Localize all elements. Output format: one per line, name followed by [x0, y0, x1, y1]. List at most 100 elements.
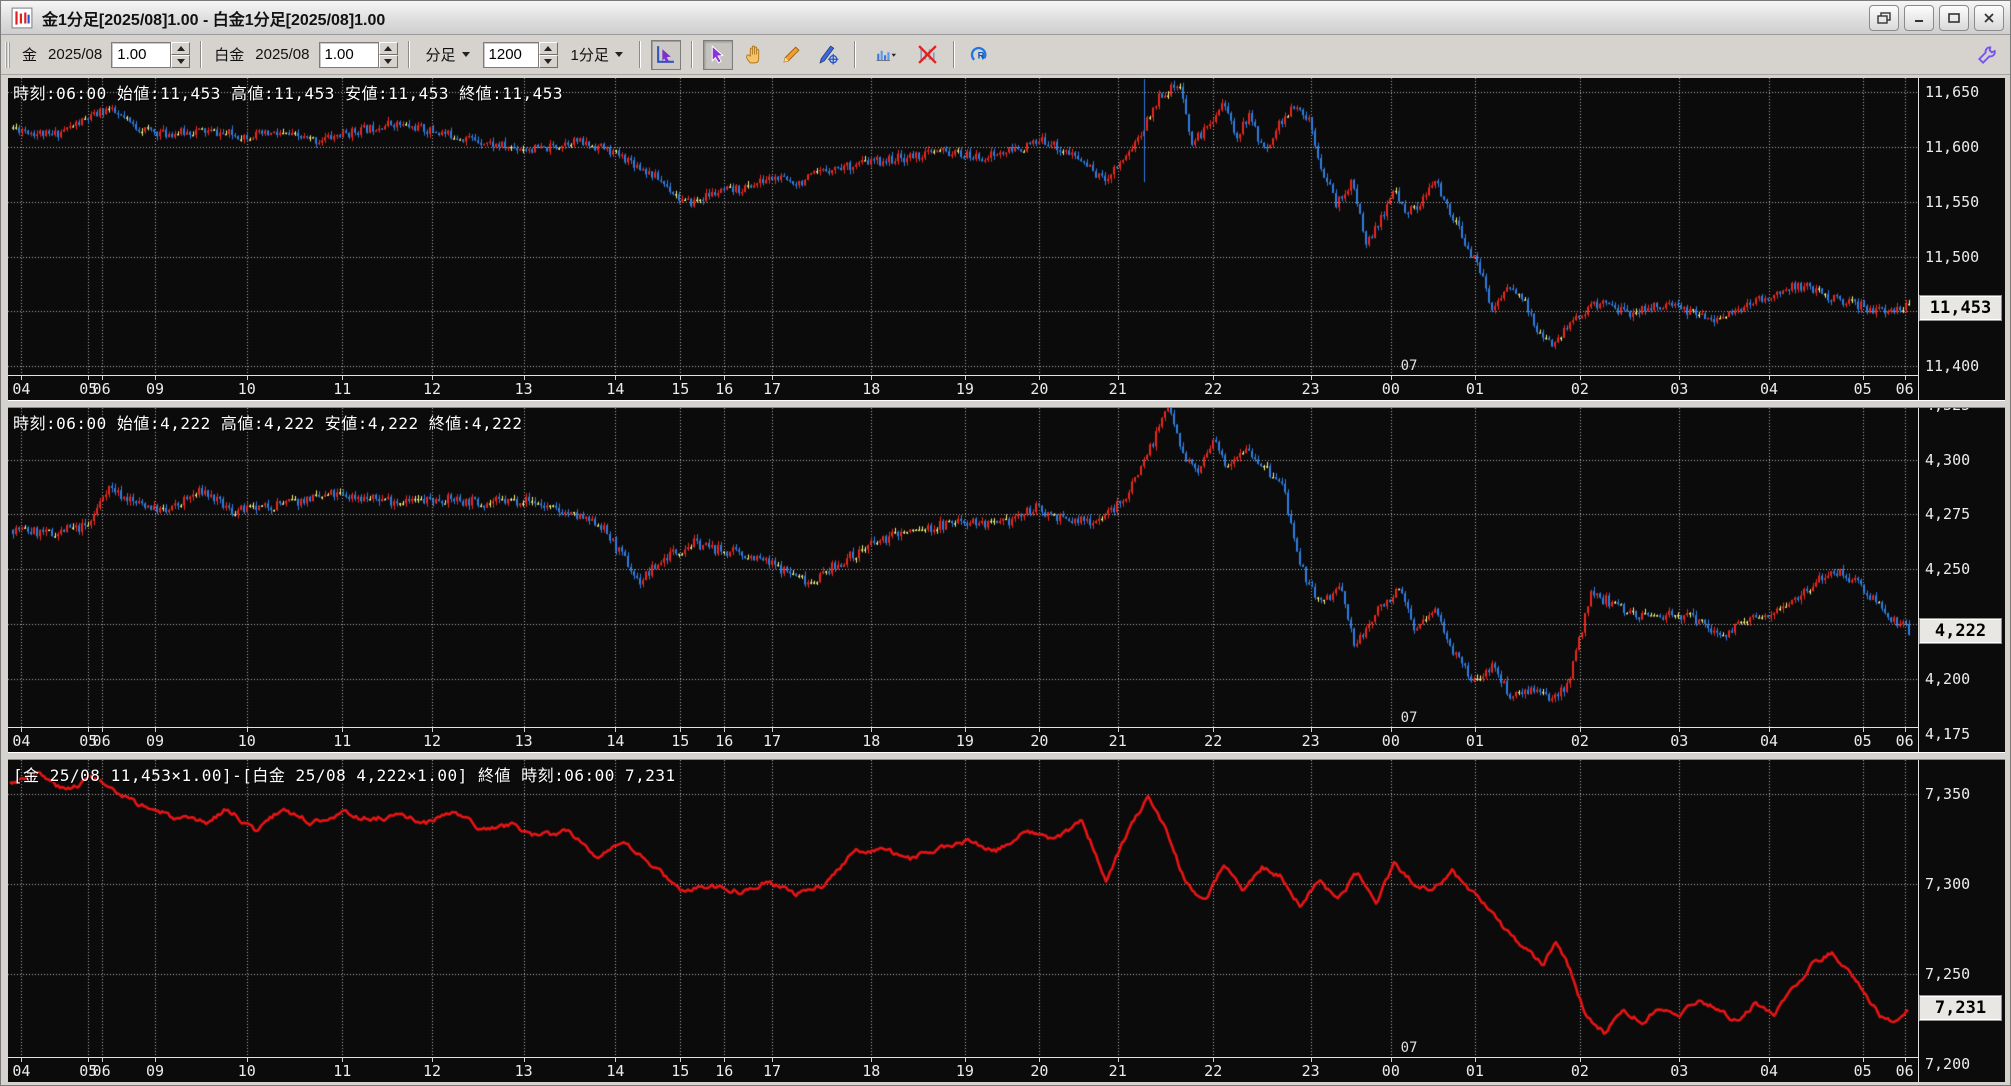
reload-chart-button[interactable]: R [965, 40, 995, 70]
bar-count-spin-down[interactable] [538, 54, 558, 68]
toggle-chart-button[interactable] [913, 40, 943, 70]
dropdown-arrow-icon [614, 52, 623, 57]
time-axis-label: 11 [333, 380, 352, 398]
time-axis-label: 03 [1670, 380, 1689, 398]
time-axis-label: 05 [1853, 732, 1872, 750]
period-type-dropdown[interactable]: 分足 [420, 41, 476, 68]
price-axis-label: 11,500 [1925, 247, 1980, 266]
time-axis-label: 19 [955, 732, 974, 750]
spread-price-axis: 7,350 7,300 7,250 7,200 7,231 [1919, 760, 2005, 1082]
window-title: 金1分足[2025/08]1.00 - 白金1分足[2025/08]1.00 [42, 11, 386, 29]
chart-disabled-icon [918, 45, 938, 64]
time-axis-label: 17 [762, 1062, 782, 1080]
time-axis-label: 20 [1030, 732, 1049, 750]
title-bar[interactable]: 金1分足[2025/08]1.00 - 白金1分足[2025/08]1.00 [1, 1, 2010, 35]
settings-wrench-button[interactable] [1972, 40, 2002, 70]
time-axis-label: 21 [1108, 732, 1127, 750]
time-axis-label: 17 [762, 380, 782, 398]
time-axis-label: 11 [333, 1062, 352, 1080]
price-axis-label: 7,200 [1925, 1055, 1971, 1074]
panel-splitter[interactable] [8, 400, 2005, 408]
time-axis-label: 10 [237, 380, 256, 398]
pan-hand-icon [746, 45, 760, 64]
toolbar-separator [200, 41, 203, 68]
toolbar-separator [952, 41, 955, 68]
platinum-ratio-spin-down[interactable] [378, 54, 398, 68]
svg-text:R: R [978, 50, 985, 61]
gold-time-axis: 04 05 06 09 10 11 12 13 14 15 16 17 18 19 20 21 22 23 00 01… [8, 376, 1919, 400]
gold-ratio-spin-up[interactable] [171, 41, 191, 55]
gold-plot-area[interactable]: 時刻:06:00 始値:11,453 高値:11,453 安値:11,453 終… [8, 78, 1919, 376]
app-window: 金1分足[2025/08]1.00 - 白金1分足[2025/08]1.00 金… [0, 0, 2011, 1086]
time-axis-label: 16 [715, 380, 734, 398]
minimize-icon [1915, 19, 1923, 22]
time-axis-label: 05 [1853, 380, 1872, 398]
time-axis-label: 20 [1030, 380, 1049, 398]
interval-dropdown[interactable]: 1分足 [565, 41, 629, 68]
price-axis-label: 4,300 [1925, 450, 1971, 469]
price-axis-label: 4,325 [1925, 408, 1970, 414]
platinum-ratio-input[interactable] [318, 41, 379, 68]
close-button[interactable] [1974, 4, 2004, 31]
platinum-ratio-spin-up[interactable] [378, 41, 398, 55]
time-axis-label: 06 [92, 732, 111, 750]
last-price-badge: 11,453 [1919, 295, 2002, 322]
panel-splitter[interactable] [8, 752, 2005, 760]
time-axis-label: 21 [1108, 1062, 1127, 1080]
maximize-button[interactable] [1939, 4, 1969, 31]
last-price-badge: 4,222 [1919, 617, 2002, 644]
time-axis-label: 05 [1853, 1062, 1872, 1080]
time-axis-label: 23 [1301, 732, 1320, 750]
pen-crosshair-tool-button[interactable] [814, 40, 844, 70]
pan-hand-tool-button[interactable] [740, 40, 770, 70]
time-axis-label: 20 [1030, 1062, 1049, 1080]
platinum-candlestick-canvas[interactable] [8, 408, 1918, 727]
period-type-label: 分足 [425, 47, 456, 64]
toolbar-grip[interactable] [5, 41, 10, 68]
price-axis-label: 4,250 [1925, 560, 1971, 579]
gold-ohlc-info-line: 時刻:06:00 始値:11,453 高値:11,453 安値:11,453 終… [13, 84, 564, 103]
bar-count-input[interactable] [482, 41, 539, 68]
spin-up-icon [384, 45, 392, 51]
time-axis-label: 18 [862, 732, 881, 750]
time-axis-label: 16 [715, 1062, 734, 1080]
platinum-contract-month: 2025/08 [255, 46, 310, 63]
price-axis-label: 7,350 [1925, 785, 1971, 804]
platinum-ohlc-info-line: 時刻:06:00 始値:4,222 高値:4,222 安値:4,222 終値:4… [13, 414, 523, 433]
pen-crosshair-icon [819, 45, 839, 65]
chart-pointer-tool-button[interactable] [650, 39, 681, 70]
platinum-day-marker: 07 [1400, 710, 1418, 726]
pencil-draw-tool-button[interactable] [777, 40, 807, 70]
time-axis-label: 06 [1895, 732, 1914, 750]
time-axis-label: 18 [862, 380, 881, 398]
platinum-plot-area[interactable]: 時刻:06:00 始値:4,222 高値:4,222 安値:4,222 終値:4… [8, 408, 1919, 728]
main-toolbar: 金 2025/08 白金 2025/08 分足 [1, 35, 2010, 75]
gold-candlestick-canvas[interactable] [8, 78, 1918, 375]
bar-count-spin-up[interactable] [538, 41, 558, 55]
time-axis-label: 13 [514, 1062, 533, 1080]
gold-ratio-input[interactable] [111, 41, 172, 68]
price-axis-label: 7,300 [1925, 875, 1971, 894]
price-axis-label: 7,250 [1925, 965, 1971, 984]
gold-ratio-spin-down[interactable] [171, 54, 191, 68]
chart-type-menu-button[interactable] [866, 40, 906, 70]
time-axis-label: 04 [12, 1062, 31, 1080]
select-cursor-tool-button[interactable] [702, 39, 733, 70]
price-axis-label: 4,275 [1925, 505, 1971, 524]
gold-chart-panel: 時刻:06:00 始値:11,453 高値:11,453 安値:11,453 終… [8, 78, 2005, 400]
time-axis-label: 22 [1204, 1062, 1223, 1080]
spread-plot-area[interactable]: [金 25/08 11,453×1.00]-[白金 25/08 4,222×1.… [8, 760, 1919, 1058]
time-axis-label: 04 [12, 732, 31, 750]
time-axis-label: 13 [514, 732, 533, 750]
gold-day-marker: 07 [1400, 358, 1418, 374]
chart-stack: 時刻:06:00 始値:11,453 高値:11,453 安値:11,453 終… [1, 75, 2010, 1085]
time-axis-label: 15 [671, 380, 690, 398]
minimize-button[interactable] [1904, 4, 1934, 31]
time-axis-label: 15 [671, 1062, 690, 1080]
spread-line-canvas[interactable] [8, 760, 1918, 1057]
time-axis-label: 09 [146, 380, 165, 398]
platinum-label: 白金 [214, 47, 245, 64]
price-axis-label: 11,600 [1925, 138, 1980, 157]
time-axis-label: 01 [1465, 732, 1484, 750]
cascade-window-button[interactable] [1869, 4, 1899, 31]
